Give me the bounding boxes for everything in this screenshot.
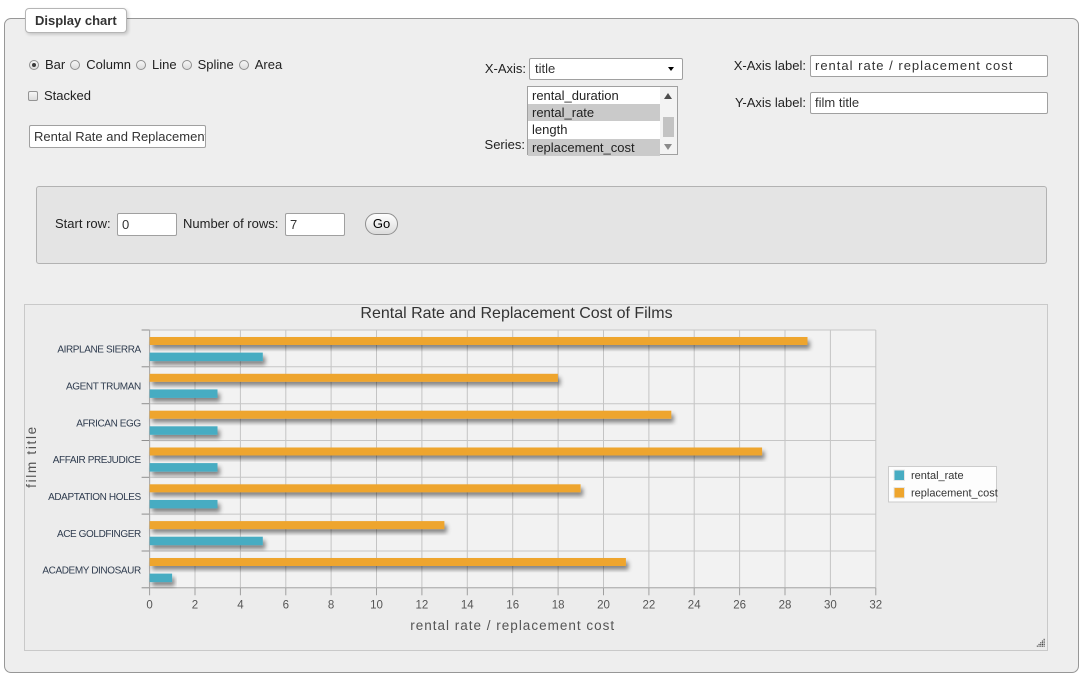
svg-text:14: 14 [461,599,474,611]
svg-text:ADAPTATION HOLES: ADAPTATION HOLES [48,492,141,503]
svg-text:28: 28 [779,599,792,611]
svg-text:AFFAIR PREJUDICE: AFFAIR PREJUDICE [53,455,142,466]
svg-text:10: 10 [370,599,383,611]
svg-text:Rental Rate and Replacement Co: Rental Rate and Replacement Cost of Film… [360,305,672,322]
svg-text:ACADEMY DINOSAUR: ACADEMY DINOSAUR [42,566,141,577]
svg-text:26: 26 [733,599,746,611]
svg-text:film title: film title [24,425,39,488]
svg-text:24: 24 [688,599,701,611]
svg-text:ACE GOLDFINGER: ACE GOLDFINGER [57,529,141,540]
svg-text:AFRICAN EGG: AFRICAN EGG [76,418,141,429]
svg-text:replacement_cost: replacement_cost [911,488,998,500]
svg-text:12: 12 [416,599,429,611]
svg-text:0: 0 [146,599,152,611]
svg-text:8: 8 [328,599,334,611]
svg-text:32: 32 [869,599,882,611]
svg-text:AGENT TRUMAN: AGENT TRUMAN [66,381,141,392]
svg-text:4: 4 [237,599,244,611]
svg-text:rental_rate: rental_rate [911,470,964,482]
svg-text:20: 20 [597,599,610,611]
svg-text:16: 16 [506,599,519,611]
svg-text:AIRPLANE SIERRA: AIRPLANE SIERRA [57,345,141,356]
svg-text:rental rate / replacement cost: rental rate / replacement cost [410,618,615,633]
svg-text:2: 2 [192,599,198,611]
svg-text:6: 6 [283,599,289,611]
svg-text:18: 18 [552,599,565,611]
svg-text:22: 22 [643,599,656,611]
svg-text:30: 30 [824,599,837,611]
